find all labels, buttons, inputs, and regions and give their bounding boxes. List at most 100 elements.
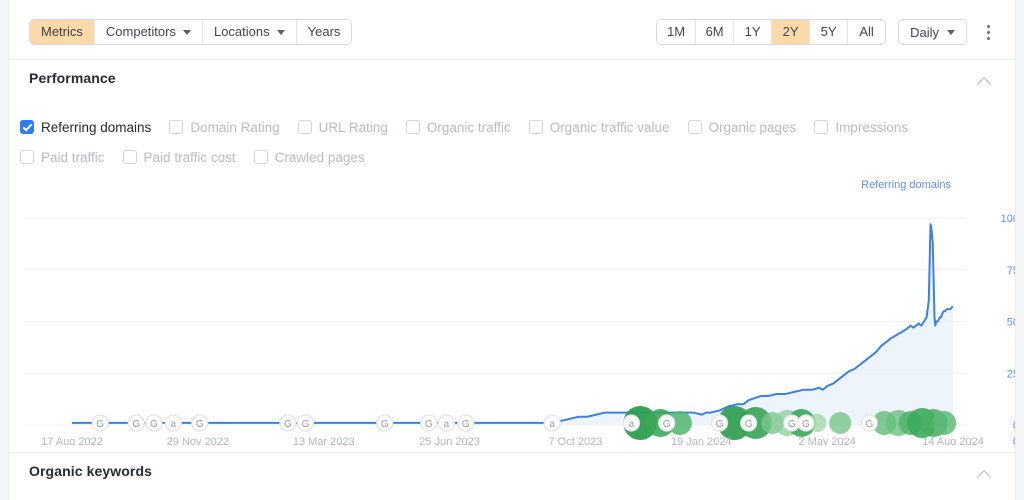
metric-label: Domain Rating [190, 120, 279, 135]
y-axis-tick: 0 [1013, 420, 1015, 432]
performance-chart[interactable]: Referring domains 0255075100GGGaGGGGGaGa… [9, 175, 1015, 445]
x-axis-tick: 19 Jan 2024 [671, 436, 732, 445]
metric-label: Impressions [835, 120, 908, 135]
organic-keywords-section-header: Organic keywords [9, 452, 1015, 491]
app-root: Metrics Competitors Locations Years 1M 6… [0, 0, 1024, 500]
svg-text:G: G [150, 419, 158, 430]
view-tabs: Metrics Competitors Locations Years [29, 19, 352, 45]
y-axis-zero-label: 0 [1013, 436, 1015, 445]
tab-years[interactable]: Years [296, 20, 352, 44]
left-gutter [0, 0, 9, 500]
range-1m[interactable]: 1M [657, 20, 695, 44]
chevron-down-icon [947, 30, 955, 35]
checkbox-referring-domains[interactable] [20, 120, 34, 134]
checkbox-organic-pages[interactable] [688, 120, 702, 134]
y-axis-tick: 75 [1007, 265, 1015, 277]
y-axis-tick: 25 [1007, 368, 1015, 380]
metric-label: Paid traffic [41, 150, 105, 165]
kebab-menu-icon[interactable] [979, 20, 997, 44]
metric-label: Organic traffic value [550, 120, 670, 135]
chevron-down-icon [183, 30, 191, 35]
svg-text:G: G [425, 419, 433, 430]
metric-url-rating[interactable]: URL Rating [298, 120, 388, 135]
metric-label: URL Rating [319, 120, 388, 135]
x-axis-tick: 29 Nov 2022 [167, 436, 229, 445]
tab-competitors-label: Competitors [106, 20, 176, 44]
x-axis-tick: 2 May 2024 [798, 436, 855, 445]
date-range-selector: 1M 6M 1Y 2Y 5Y All [656, 19, 886, 45]
tab-metrics-label: Metrics [41, 20, 83, 44]
performance-section-header: Performance [9, 60, 1015, 98]
metric-organic-traffic[interactable]: Organic traffic [406, 120, 511, 135]
x-axis-tick: 7 Oct 2023 [549, 436, 603, 445]
range-2y[interactable]: 2Y [771, 20, 809, 44]
svg-text:G: G [96, 419, 104, 430]
metric-impressions[interactable]: Impressions [814, 120, 908, 135]
svg-text:G: G [284, 419, 292, 430]
right-gutter [1015, 0, 1024, 500]
checkbox-domain-rating[interactable] [169, 120, 183, 134]
checkbox-organic-traffic[interactable] [406, 120, 420, 134]
metric-paid-traffic[interactable]: Paid traffic [20, 150, 105, 165]
toolbar-right-group: 1M 6M 1Y 2Y 5Y All Daily [656, 19, 997, 45]
range-all[interactable]: All [847, 20, 885, 44]
metric-row-2: Paid traffic Paid traffic cost Crawled p… [20, 142, 980, 172]
chevron-up-icon[interactable] [979, 468, 991, 480]
x-axis-tick: 13 Mar 2023 [293, 436, 355, 445]
checkbox-url-rating[interactable] [298, 120, 312, 134]
checkbox-organic-traffic-value[interactable] [529, 120, 543, 134]
checkbox-crawled-pages[interactable] [254, 150, 268, 164]
metric-paid-traffic-cost[interactable]: Paid traffic cost [123, 150, 236, 165]
tab-years-label: Years [308, 20, 341, 44]
svg-text:G: G [802, 419, 810, 430]
x-axis-tick: 14 Aug 2024 [922, 436, 984, 445]
chevron-up-icon[interactable] [979, 75, 991, 87]
metric-crawled-pages[interactable]: Crawled pages [254, 150, 365, 165]
range-1y[interactable]: 1Y [733, 20, 771, 44]
metric-label: Organic traffic [427, 120, 511, 135]
metric-label: Organic pages [709, 120, 797, 135]
x-axis-tick: 25 Jun 2023 [419, 436, 480, 445]
metric-label: Paid traffic cost [144, 150, 236, 165]
svg-text:a: a [549, 419, 555, 430]
tab-locations-label: Locations [214, 20, 270, 44]
chevron-down-icon [277, 30, 285, 35]
range-5y[interactable]: 5Y [809, 20, 847, 44]
svg-text:G: G [865, 419, 873, 430]
chart-area-fill [72, 224, 953, 425]
svg-text:G: G [716, 419, 724, 430]
svg-text:a: a [171, 419, 177, 430]
svg-text:a: a [444, 419, 450, 430]
svg-text:G: G [663, 419, 671, 430]
metric-toggles: Referring domains Domain Rating URL Rati… [20, 112, 980, 172]
svg-text:a: a [629, 419, 635, 430]
tab-competitors[interactable]: Competitors [94, 20, 202, 44]
checkbox-impressions[interactable] [814, 120, 828, 134]
y-axis-tick: 100 [1001, 213, 1015, 225]
tab-metrics[interactable]: Metrics [30, 20, 94, 44]
metric-referring-domains[interactable]: Referring domains [20, 120, 151, 135]
metric-organic-traffic-value[interactable]: Organic traffic value [529, 120, 670, 135]
y-axis-tick: 50 [1007, 317, 1015, 329]
frequency-value: Daily [910, 25, 939, 40]
chart-canvas[interactable]: 0255075100GGGaGGGGGaGaaGGGGGG17 Aug 2022… [9, 175, 1015, 445]
svg-text:G: G [381, 419, 389, 430]
svg-text:G: G [132, 419, 140, 430]
svg-text:G: G [302, 419, 310, 430]
svg-text:G: G [462, 419, 470, 430]
page-title: Performance [29, 70, 116, 86]
metric-label: Referring domains [41, 120, 151, 135]
svg-text:G: G [196, 419, 204, 430]
metric-domain-rating[interactable]: Domain Rating [169, 120, 279, 135]
metric-organic-pages[interactable]: Organic pages [688, 120, 797, 135]
svg-text:G: G [745, 419, 753, 430]
checkbox-paid-traffic[interactable] [20, 150, 34, 164]
checkbox-paid-traffic-cost[interactable] [123, 150, 137, 164]
x-axis-tick: 17 Aug 2022 [41, 436, 103, 445]
top-toolbar: Metrics Competitors Locations Years 1M 6… [9, 0, 1015, 60]
metric-label: Crawled pages [275, 150, 365, 165]
tab-locations[interactable]: Locations [202, 20, 296, 44]
frequency-dropdown[interactable]: Daily [898, 19, 967, 45]
svg-text:G: G [788, 419, 796, 430]
range-6m[interactable]: 6M [695, 20, 733, 44]
